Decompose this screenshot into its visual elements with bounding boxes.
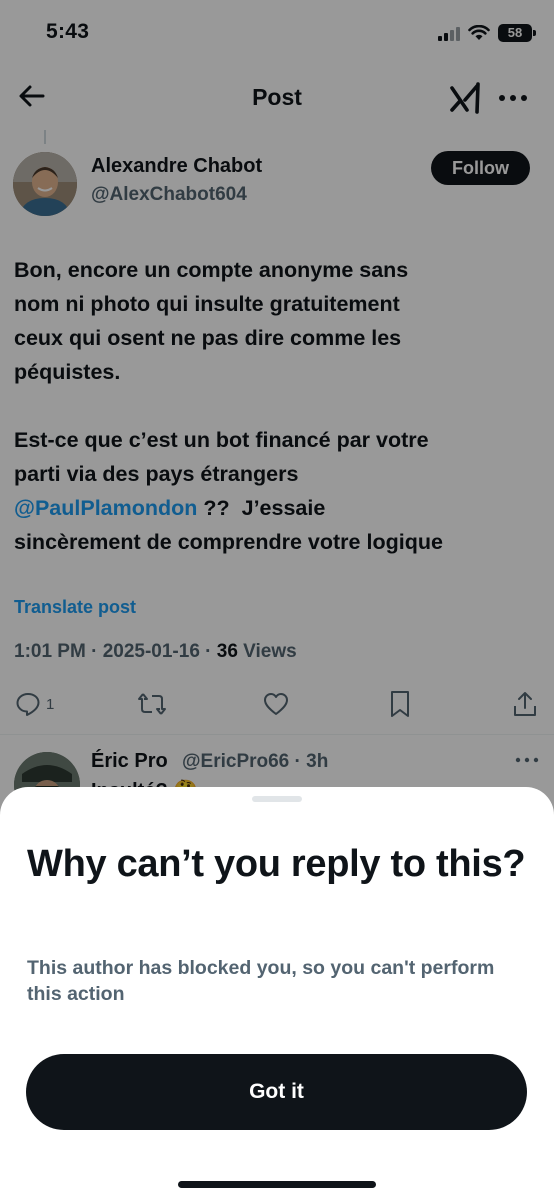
blocked-bottom-sheet: Why can’t you reply to this? This author… [0, 787, 554, 1200]
home-indicator [178, 1181, 376, 1188]
sheet-title: Why can’t you reply to this? [27, 843, 526, 885]
got-it-button[interactable]: Got it [26, 1054, 527, 1130]
sheet-message: This author has blocked you, so you can'… [27, 957, 495, 1005]
sheet-grabber[interactable] [252, 796, 302, 802]
